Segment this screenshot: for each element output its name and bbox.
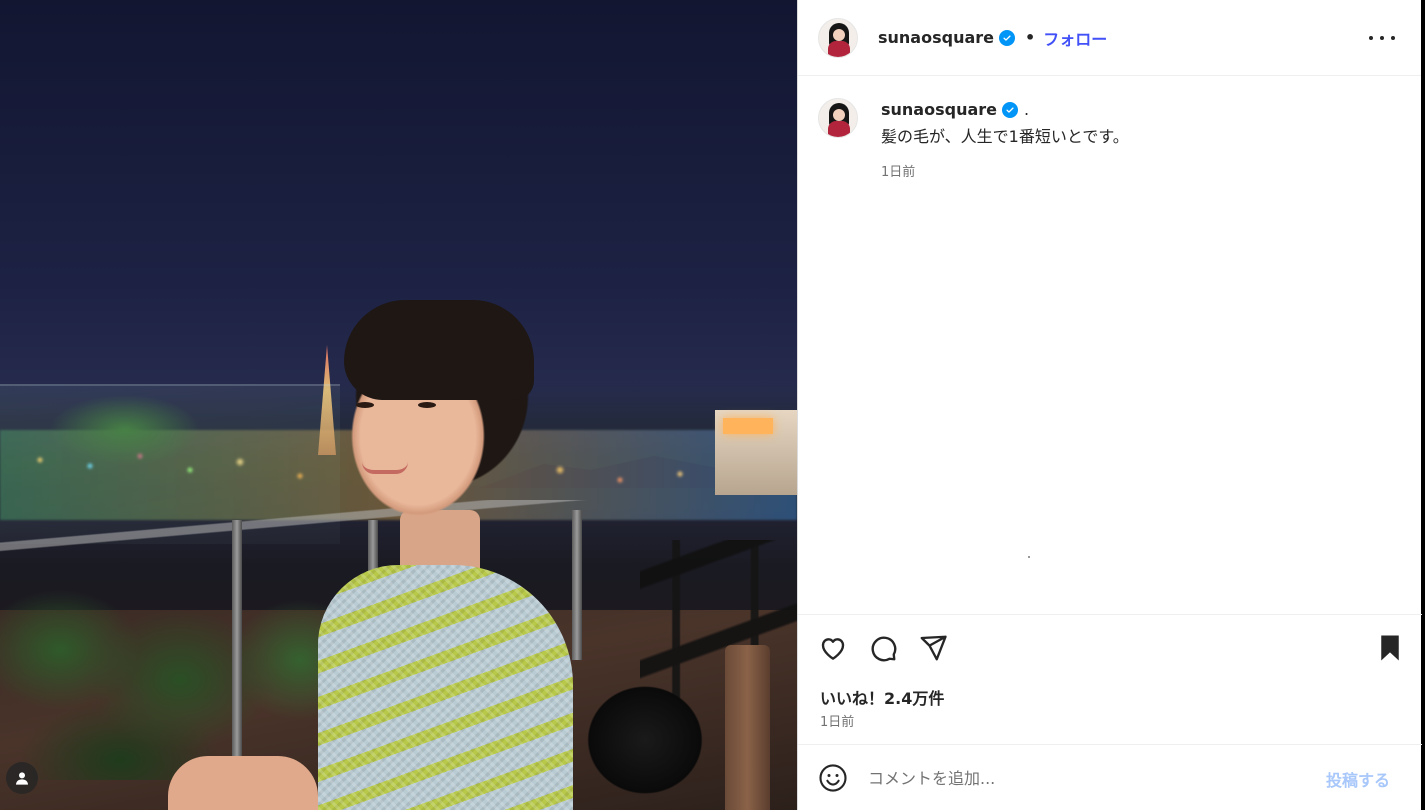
like-count[interactable]: いいね！2.4万件	[820, 685, 944, 709]
caption-text: 髪の毛が、人生で1番短いとです。	[881, 127, 1129, 146]
avatar[interactable]	[818, 17, 858, 58]
person-smile	[362, 462, 408, 474]
post-comment-button[interactable]: 投稿する	[1326, 767, 1390, 791]
verified-badge-icon	[1002, 101, 1018, 118]
railing-post	[232, 520, 242, 760]
post-timestamp[interactable]: 1日前	[820, 711, 854, 730]
bag	[565, 660, 730, 810]
divider-speck	[1028, 556, 1030, 558]
building	[715, 410, 797, 495]
post-photo[interactable]	[0, 0, 797, 810]
post-dialog: sunaosquare • フォロー sunaosquare . 髪の毛が、人生…	[0, 0, 1425, 810]
follow-button[interactable]: フォロー	[1043, 26, 1107, 50]
caption-period: .	[1024, 100, 1030, 119]
heart-icon[interactable]	[818, 633, 848, 663]
more-horizontal-icon[interactable]	[1369, 26, 1395, 50]
bookmark-icon[interactable]	[1375, 633, 1405, 663]
person-eye	[418, 402, 436, 408]
caption-timestamp[interactable]: 1日前	[881, 161, 1401, 180]
caption-username[interactable]: sunaosquare	[881, 100, 997, 119]
railing-post	[572, 510, 582, 660]
person-bangs	[344, 300, 534, 400]
verified-badge-icon	[999, 29, 1015, 46]
post-side-panel: sunaosquare • フォロー sunaosquare . 髪の毛が、人生…	[797, 0, 1422, 810]
post-header: sunaosquare • フォロー	[798, 0, 1421, 76]
separator-dot: •	[1025, 28, 1036, 47]
comment-bar: 投稿する	[798, 744, 1422, 810]
caption: sunaosquare . 髪の毛が、人生で1番短いとです。 1日前	[818, 98, 1401, 568]
comment-icon[interactable]	[868, 633, 898, 663]
post-actions: いいね！2.4万件 1日前	[798, 614, 1422, 744]
share-icon[interactable]	[918, 633, 948, 663]
caption-avatar[interactable]	[818, 98, 858, 138]
chair-back	[725, 645, 770, 810]
caption-body: sunaosquare . 髪の毛が、人生で1番短いとです。 1日前	[881, 100, 1401, 180]
header-username-group: sunaosquare • フォロー	[878, 26, 1107, 50]
person-sweater	[318, 565, 573, 810]
person-hand	[168, 756, 318, 810]
header-username[interactable]: sunaosquare	[878, 28, 994, 47]
plants	[0, 560, 360, 780]
comment-input[interactable]	[868, 763, 1288, 793]
person-eye	[356, 402, 374, 408]
emoji-icon[interactable]	[818, 763, 848, 793]
user-tag-icon[interactable]	[6, 762, 38, 794]
